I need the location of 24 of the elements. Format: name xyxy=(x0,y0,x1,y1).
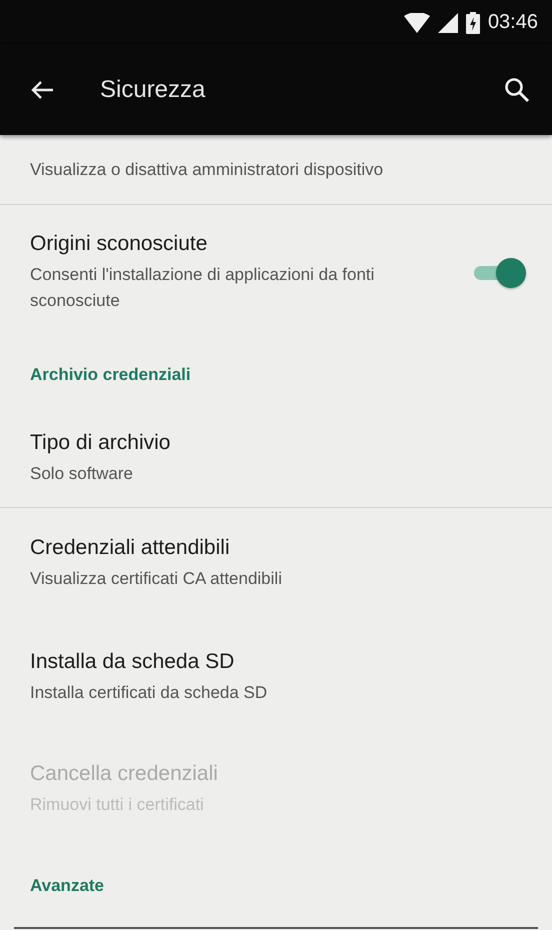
setting-title: Tipo di archivio xyxy=(30,430,172,455)
setting-summary: Consenti l'installazione di applicazioni da fonti sconosciute xyxy=(30,264,376,312)
screen-title: Sicurezza xyxy=(100,76,206,104)
section-header: Avanzate xyxy=(30,876,104,896)
setting-title: Installa da scheda SD xyxy=(30,650,236,674)
setting-title: Origini sconosciute xyxy=(30,232,208,256)
search-icon[interactable] xyxy=(504,77,530,103)
setting-item[interactable]: Credenziali attendibili Visualizza certificati CA attendibili xyxy=(0,508,552,620)
setting-title: Cancella credenziali xyxy=(30,762,219,786)
setting-summary: Visualizza o disattiva amministratori dispositivo xyxy=(30,158,384,181)
setting-item[interactable]: Visualizza o disattiva amministratori dispositivo xyxy=(0,135,552,205)
section-header: Archivio credenziali xyxy=(30,365,191,385)
wifi-icon xyxy=(404,12,430,32)
setting-item[interactable]: Tipo di archivio Solo software xyxy=(0,410,552,508)
setting-item[interactable]: Installa da scheda SD Installa certificati da scheda SD xyxy=(0,620,552,735)
clock-time: 03:46 xyxy=(488,11,538,34)
setting-title: Credenziali attendibili xyxy=(30,536,231,560)
back-arrow-icon[interactable] xyxy=(30,80,54,100)
setting-summary: Solo software xyxy=(30,462,134,485)
setting-summary: Installa certificati da scheda SD xyxy=(30,682,268,704)
battery-icon xyxy=(466,12,480,34)
setting-item[interactable]: Origini sconosciute Consenti l'installazione di applicazioni da fonti sconosciute xyxy=(0,205,552,340)
signal-icon xyxy=(438,12,458,32)
setting-summary: Visualizza certificati CA attendibili xyxy=(30,568,283,590)
